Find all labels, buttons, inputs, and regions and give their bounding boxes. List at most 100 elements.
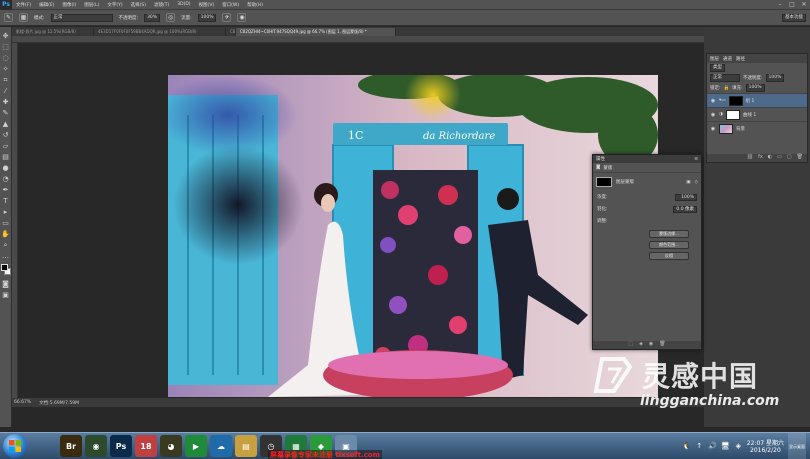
move-tool-icon[interactable]: ✥	[1, 31, 11, 41]
wedding-photo[interactable]: 1C da Richordare	[168, 75, 658, 397]
properties-panel[interactable]: 属性 ≡ ◙ 蒙版 图层蒙版 ▣ ◇ 浓度: 100% 羽化: 0.0 像素 调…	[592, 154, 702, 350]
adjustment-layer-icon[interactable]: ◐	[768, 154, 772, 162]
start-button[interactable]	[3, 434, 27, 458]
fill-field[interactable]: 100%	[745, 84, 765, 92]
tab-document-2[interactable]: 4E3D17F0F0F0F59BB4ADQR.jpg @ 100%(RGB/8)	[94, 28, 226, 36]
document-size[interactable]: 文档:5.69M/7.59M	[39, 400, 79, 406]
quick-mask-icon[interactable]: ◙	[1, 279, 11, 289]
tab-channels[interactable]: 通道	[723, 56, 732, 62]
arrow-tray-icon[interactable]: ↑	[695, 442, 704, 451]
path-select-tool-icon[interactable]: ▸	[1, 207, 11, 217]
calendar-app[interactable]: 18	[135, 435, 157, 457]
stamp-tool-icon[interactable]: ▲	[1, 119, 11, 129]
vector-mask-icon[interactable]: ◇	[695, 180, 698, 185]
pressure-opacity-icon[interactable]: ◎	[166, 13, 176, 22]
mode-select[interactable]: 正常	[50, 13, 113, 22]
layer-mask-thumbnail[interactable]	[728, 95, 743, 106]
marquee-tool-icon[interactable]: ⬚	[1, 42, 11, 52]
photoshop-app[interactable]: Ps	[110, 435, 132, 457]
density-field[interactable]: 100%	[675, 193, 697, 201]
brush-preset-icon[interactable]: ✎	[4, 13, 13, 22]
volume-icon[interactable]: 🔊	[708, 442, 717, 451]
menu-item[interactable]: 帮助(H)	[243, 2, 267, 8]
tab-paths[interactable]: 路径	[736, 56, 745, 62]
opacity-field[interactable]: 30%	[144, 13, 161, 22]
screen-mode-icon[interactable]: ▣	[1, 290, 11, 300]
color-swatches[interactable]	[0, 264, 11, 278]
lasso-tool-icon[interactable]: ◌	[1, 53, 11, 63]
folder-app[interactable]: ▤	[235, 435, 257, 457]
foreground-color[interactable]	[0, 264, 8, 271]
layer-opacity-field[interactable]: 100%	[765, 74, 785, 82]
layer-thumbnail[interactable]	[719, 123, 733, 134]
crop-tool-icon[interactable]: ⌗	[1, 75, 11, 85]
delete-layer-icon[interactable]: 🗑	[797, 154, 803, 162]
media-app[interactable]: ▶	[185, 435, 207, 457]
properties-header[interactable]: 属性 ≡	[593, 155, 701, 163]
minimize-button[interactable]: –	[776, 1, 784, 8]
menu-item[interactable]: 3D(D)	[173, 2, 194, 8]
menu-item[interactable]: 图层(L)	[80, 2, 103, 8]
toggle-mask-icon[interactable]: ◉	[649, 341, 653, 349]
color-range-button[interactable]: 颜色范围...	[649, 241, 689, 249]
invert-button[interactable]: 反相	[649, 252, 689, 260]
workspace-select[interactable]: 基本功能	[782, 13, 806, 22]
menu-item[interactable]: 选择(S)	[127, 2, 150, 8]
show-desktop-button[interactable]: 显示桌面	[788, 433, 806, 459]
qq-app[interactable]: ◕	[160, 435, 182, 457]
pen-tool-icon[interactable]: ✒	[1, 185, 11, 195]
brush-panel-icon[interactable]: ▦	[19, 13, 28, 22]
hand-tool-icon[interactable]: ✋	[1, 229, 11, 239]
tab-document-active[interactable]: C82QZHI4~C0HIT.947SQQ49.jpg @ 66.7% (图层 …	[236, 28, 396, 36]
layer-kind-select[interactable]: 类型	[710, 64, 725, 72]
menu-item[interactable]: 文件(F)	[12, 2, 35, 8]
tab-document-1[interactable]: 影楼-照片.jpg @ 12.5%(RGB/8)	[12, 28, 94, 36]
history-brush-icon[interactable]: ↺	[1, 130, 11, 140]
layer-row[interactable]: ◉ ◑ 曲线 1	[707, 107, 807, 121]
zoom-level[interactable]: 66.67%	[14, 400, 31, 405]
mask-edge-button[interactable]: 蒙版边缘...	[649, 230, 689, 238]
menu-item[interactable]: 编辑(E)	[35, 2, 58, 8]
edit-toolbar-icon[interactable]: …	[1, 251, 11, 261]
eyedropper-tool-icon[interactable]: ⁄	[1, 86, 11, 96]
new-layer-icon[interactable]: ▢	[787, 154, 792, 162]
flow-field[interactable]: 100%	[197, 13, 217, 22]
brush-tool-icon[interactable]: ✎	[1, 108, 11, 118]
tab-layers[interactable]: 图层	[710, 56, 719, 62]
qq-tray-icon[interactable]: 🐧	[682, 442, 691, 451]
layer-style-icon[interactable]: fx	[758, 154, 763, 162]
panel-menu-icon[interactable]: ≡	[694, 157, 698, 162]
link-layers-icon[interactable]: ⛓	[747, 154, 753, 162]
tab-document-3[interactable]: C8ZQ2HW...@ 100%(RGB/8)	[226, 28, 236, 36]
load-selection-icon[interactable]: ⬚	[628, 341, 633, 349]
menu-item[interactable]: 文字(Y)	[103, 2, 126, 8]
healing-tool-icon[interactable]: ✚	[1, 97, 11, 107]
dodge-tool-icon[interactable]: ◔	[1, 174, 11, 184]
maximize-button[interactable]: □	[788, 1, 796, 8]
blend-mode-select[interactable]: 正常	[710, 74, 740, 82]
menu-item[interactable]: 图像(I)	[58, 2, 80, 8]
visibility-eye-icon[interactable]: ◉	[710, 98, 716, 104]
blur-tool-icon[interactable]: ●	[1, 163, 11, 173]
pixel-mask-icon[interactable]: ▣	[686, 180, 690, 185]
visibility-eye-icon[interactable]: ◉	[710, 126, 716, 132]
layer-mask-thumbnail[interactable]	[725, 109, 740, 120]
pressure-size-icon[interactable]: ◉	[237, 13, 247, 22]
menu-item[interactable]: 滤镜(T)	[150, 2, 173, 8]
add-mask-icon[interactable]: ▭	[777, 154, 782, 162]
airbrush-icon[interactable]: ✈	[222, 13, 232, 22]
close-button[interactable]: ✕	[800, 1, 808, 8]
quick-select-tool-icon[interactable]: ✧	[1, 64, 11, 74]
mask-thumbnail[interactable]	[596, 177, 612, 187]
layer-row[interactable]: ◉ 背景	[707, 121, 807, 135]
network-icon[interactable]: 🖥	[721, 442, 730, 451]
menu-item[interactable]: 视图(V)	[195, 2, 219, 8]
apply-mask-icon[interactable]: ◈	[639, 341, 643, 349]
visibility-eye-icon[interactable]: ◉	[710, 112, 716, 118]
type-tool-icon[interactable]: T	[1, 196, 11, 206]
cloud-app[interactable]: ☁	[210, 435, 232, 457]
zoom-tool-icon[interactable]: ⌕	[1, 240, 11, 250]
layer-row[interactable]: ◉ ▾▭ 组 1	[707, 93, 807, 107]
bridge-app[interactable]: Br	[60, 435, 82, 457]
security-icon[interactable]: ◈	[734, 442, 743, 451]
